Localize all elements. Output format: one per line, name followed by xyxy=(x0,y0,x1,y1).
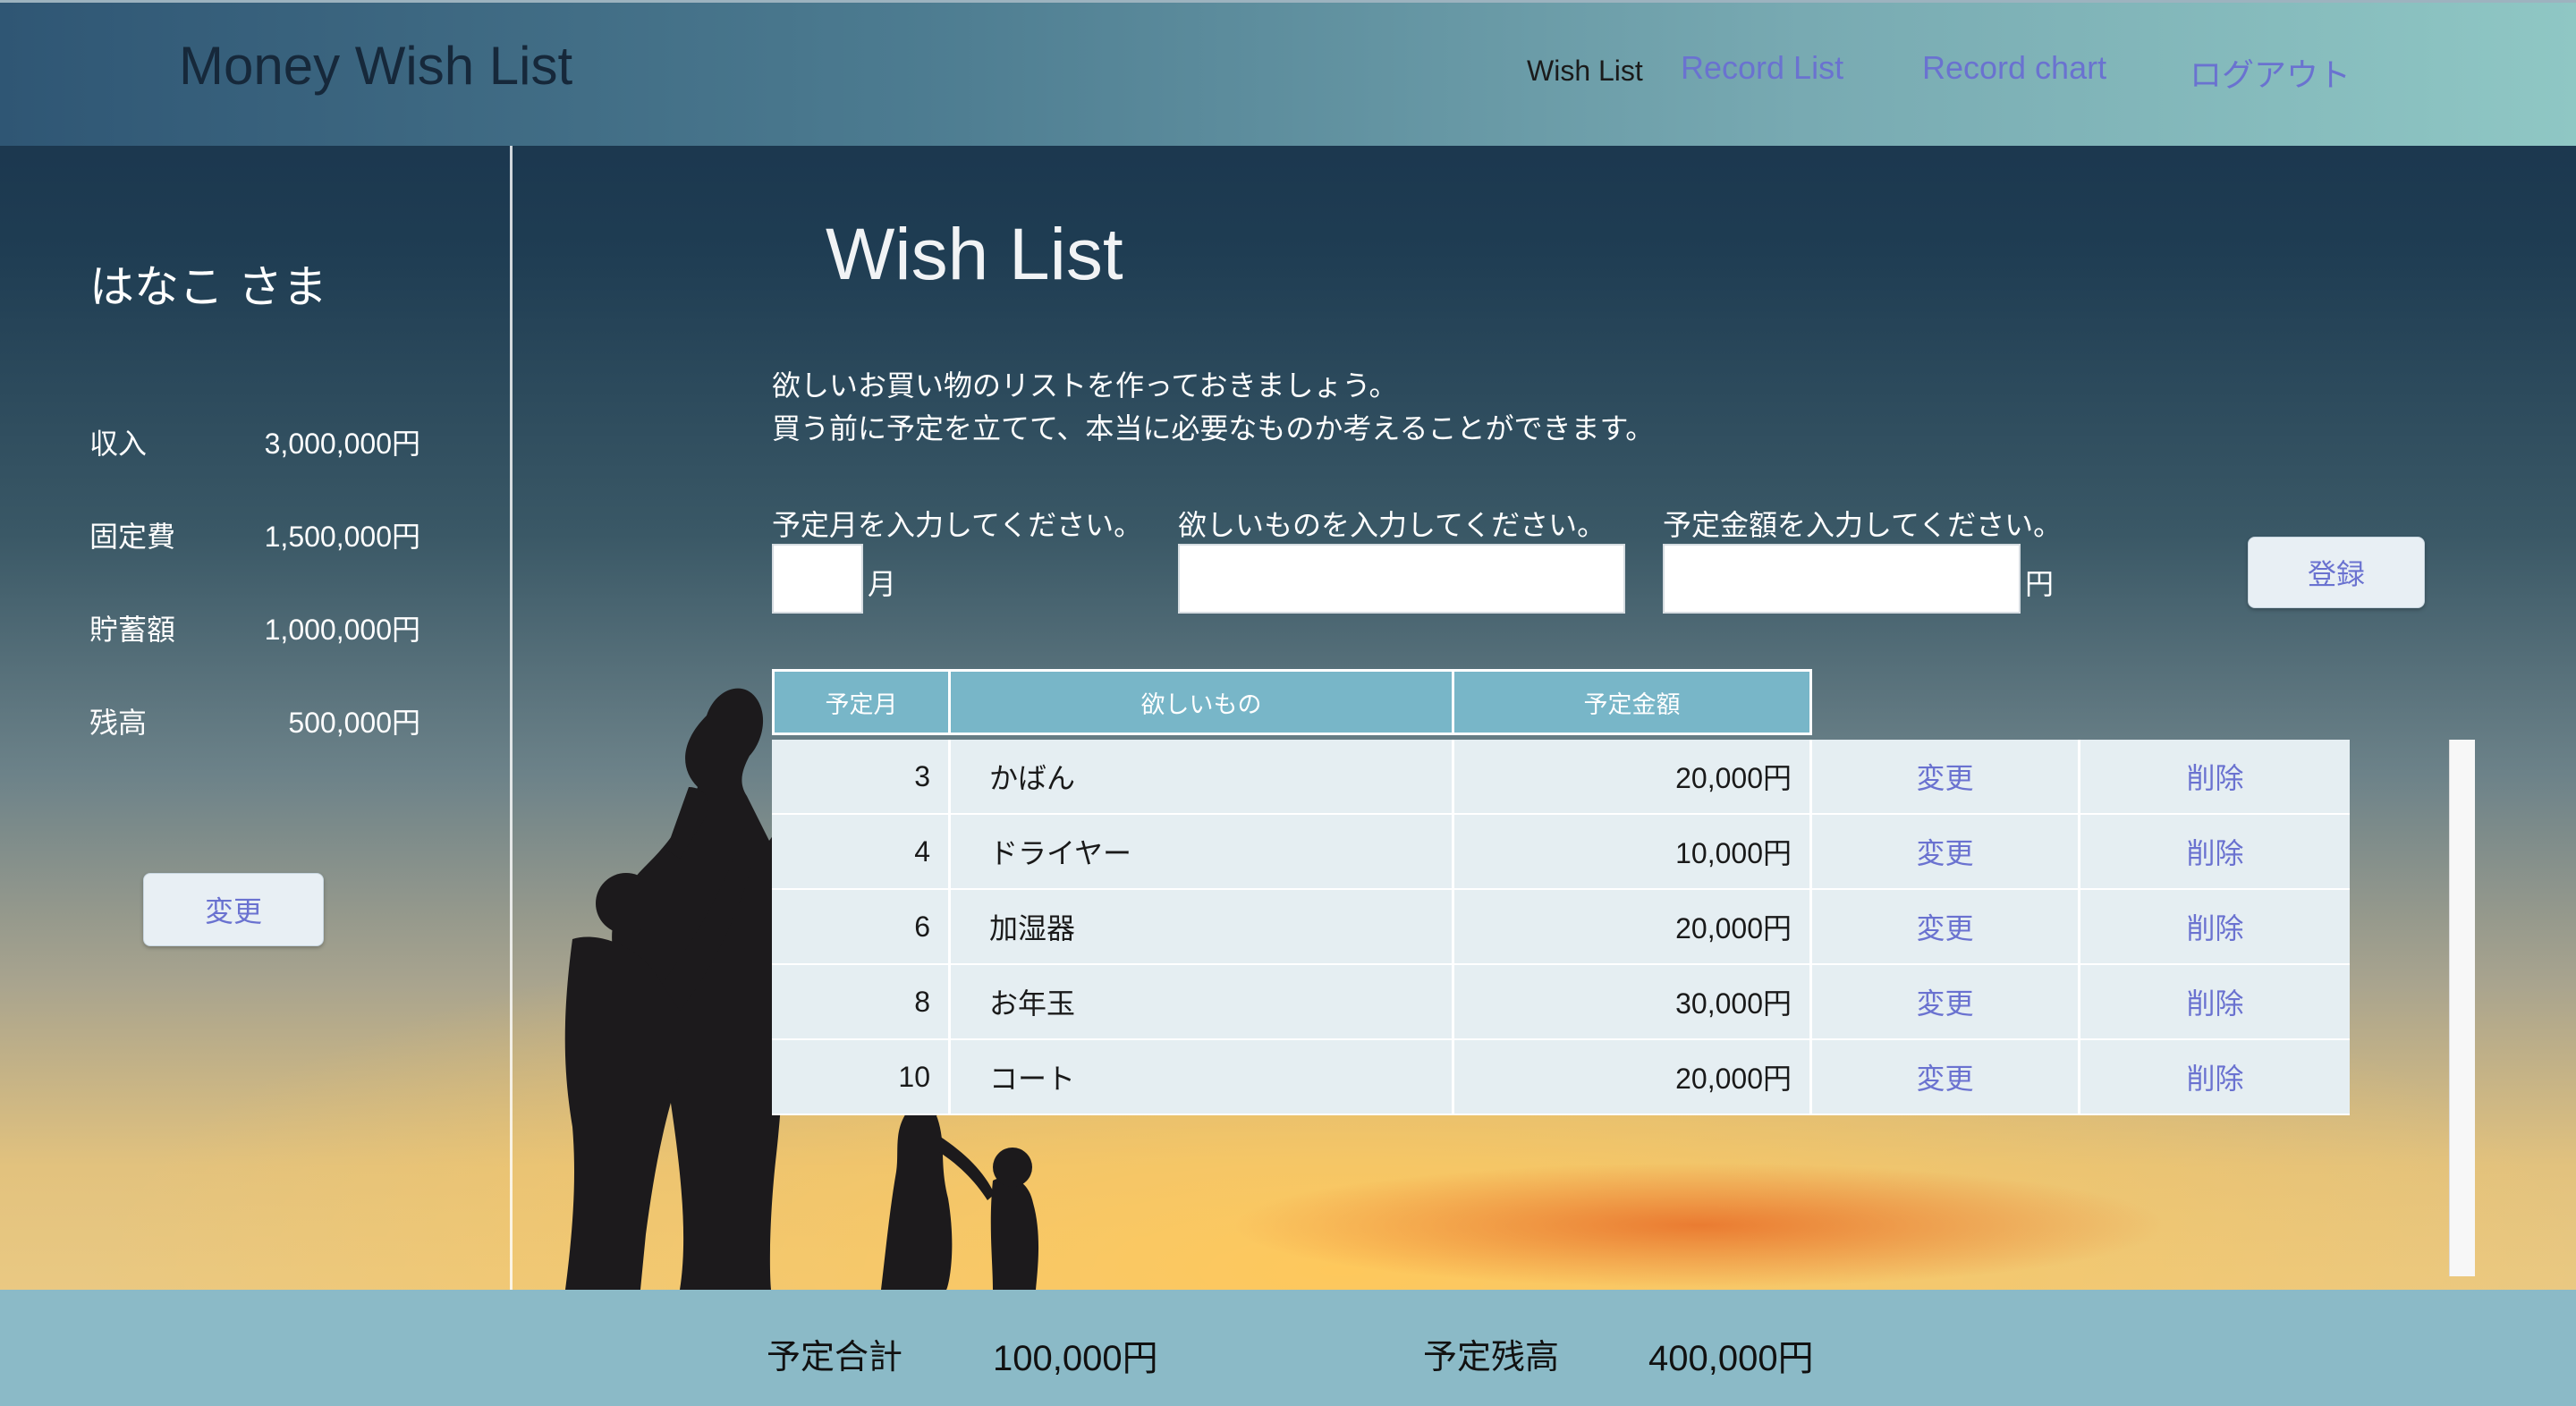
nav-record-list[interactable]: Record List xyxy=(1681,49,1843,87)
row-month: 8 xyxy=(772,965,951,1038)
user-name: はなこ さま xyxy=(89,261,327,313)
nav-wish-list[interactable]: Wish List xyxy=(1527,55,1643,88)
amount-input[interactable] xyxy=(1663,544,2021,614)
planned-total-label: 予定合計 xyxy=(767,1337,903,1376)
planned-remaining-value: 400,000円 xyxy=(1648,1339,1814,1378)
wish-table-body: 3 かばん 20,000円 変更 削除 4 ドライヤー 10,000円 変更 削… xyxy=(772,740,2350,1115)
row-item: ドライヤー xyxy=(951,815,1454,888)
row-amount: 20,000円 xyxy=(1454,740,1812,813)
row-amount: 10,000円 xyxy=(1454,815,1812,888)
stat-value-income: 3,000,000円 xyxy=(264,428,420,460)
table-row: 3 かばん 20,000円 変更 削除 xyxy=(772,740,2350,815)
month-unit: 月 xyxy=(868,567,897,601)
page-title: Wish List xyxy=(826,214,1123,295)
stat-value-balance: 500,000円 xyxy=(288,707,420,739)
summary-footer: 予定合計 100,000円 予定残高 400,000円 xyxy=(0,1290,2576,1406)
table-row: 4 ドライヤー 10,000円 変更 削除 xyxy=(772,815,2350,890)
table-row: 10 コート 20,000円 変更 削除 xyxy=(772,1040,2350,1115)
row-month: 3 xyxy=(772,740,951,813)
row-edit-button[interactable]: 変更 xyxy=(1812,890,2080,963)
nav-logout[interactable]: ログアウト xyxy=(2190,49,2351,96)
row-delete-button[interactable]: 削除 xyxy=(2080,890,2350,963)
amount-field-label: 予定金額を入力してください。 xyxy=(1663,508,2063,542)
table-header-month: 予定月 xyxy=(772,669,951,735)
item-input[interactable] xyxy=(1178,544,1625,614)
row-edit-button[interactable]: 変更 xyxy=(1812,1040,2080,1114)
row-item: お年玉 xyxy=(951,965,1454,1038)
register-button[interactable]: 登録 xyxy=(2248,537,2425,608)
row-amount: 30,000円 xyxy=(1454,965,1812,1038)
row-item: かばん xyxy=(951,740,1454,813)
table-header-amount: 予定金額 xyxy=(1452,669,1812,735)
table-scrollbar[interactable] xyxy=(2449,740,2475,1276)
row-item: 加湿器 xyxy=(951,890,1454,963)
row-item: コート xyxy=(951,1040,1454,1114)
month-field-label: 予定月を入力してください。 xyxy=(772,508,1143,542)
brand-title[interactable]: Money Wish List xyxy=(179,35,572,97)
planned-remaining-label: 予定残高 xyxy=(1423,1337,1560,1376)
description-line-1: 欲しいお買い物のリストを作っておきましょう。 xyxy=(772,368,1398,402)
row-delete-button[interactable]: 削除 xyxy=(2080,965,2350,1038)
amount-unit: 円 xyxy=(2025,567,2055,601)
row-month: 10 xyxy=(772,1040,951,1114)
row-delete-button[interactable]: 削除 xyxy=(2080,1040,2350,1114)
description-line-2: 買う前に予定を立てて、本当に必要なものか考えることができます。 xyxy=(772,411,1655,445)
table-header-item: 欲しいもの xyxy=(948,669,1454,735)
table-row: 8 お年玉 30,000円 変更 削除 xyxy=(772,965,2350,1040)
nav-record-chart[interactable]: Record chart xyxy=(1922,49,2106,87)
row-month: 4 xyxy=(772,815,951,888)
row-amount: 20,000円 xyxy=(1454,890,1812,963)
item-field-label: 欲しいものを入力してください。 xyxy=(1178,508,1606,542)
row-amount: 20,000円 xyxy=(1454,1040,1812,1114)
stat-label-savings: 貯蓄額 xyxy=(89,613,176,647)
stat-label-fixed-cost: 固定費 xyxy=(89,520,176,554)
table-row: 6 加湿器 20,000円 変更 削除 xyxy=(772,890,2350,965)
row-edit-button[interactable]: 変更 xyxy=(1812,965,2080,1038)
row-delete-button[interactable]: 削除 xyxy=(2080,815,2350,888)
stat-value-fixed-cost: 1,500,000円 xyxy=(264,521,420,553)
row-month: 6 xyxy=(772,890,951,963)
stat-label-balance: 残高 xyxy=(89,706,148,740)
row-edit-button[interactable]: 変更 xyxy=(1812,740,2080,813)
planned-total-value: 100,000円 xyxy=(993,1339,1158,1378)
sidebar: はなこ さま 収入 3,000,000円 固定費 1,500,000円 貯蓄額 … xyxy=(0,146,513,1290)
stat-label-income: 収入 xyxy=(89,427,148,461)
sidebar-edit-button[interactable]: 変更 xyxy=(143,873,324,946)
row-delete-button[interactable]: 削除 xyxy=(2080,740,2350,813)
top-navbar: Money Wish List Wish List Record List Re… xyxy=(0,0,2576,146)
month-input[interactable] xyxy=(772,544,863,614)
stat-value-savings: 1,000,000円 xyxy=(264,614,420,646)
row-edit-button[interactable]: 変更 xyxy=(1812,815,2080,888)
